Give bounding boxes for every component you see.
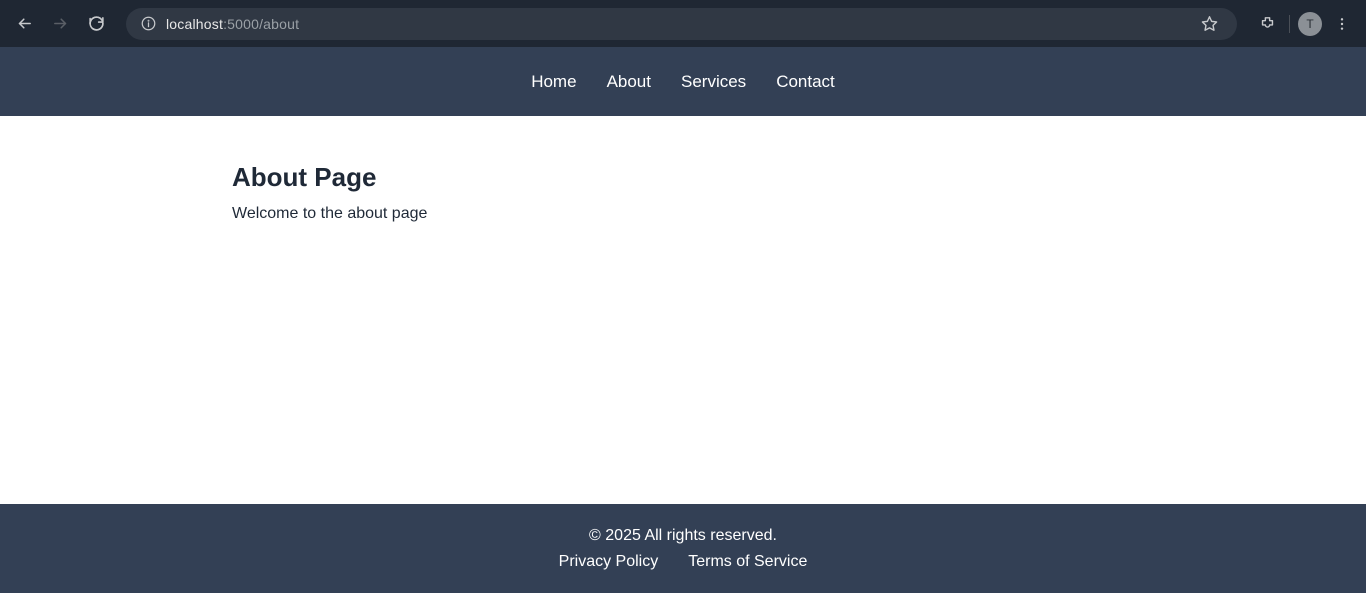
nav-link-about[interactable]: About — [607, 72, 651, 92]
star-icon — [1201, 15, 1218, 32]
footer-links: Privacy Policy Terms of Service — [559, 553, 808, 571]
vertical-divider — [1289, 15, 1290, 33]
url-text: localhost:5000/about — [166, 16, 299, 32]
site-info-icon[interactable] — [140, 16, 156, 32]
back-button[interactable] — [10, 10, 38, 38]
main-content: About Page Welcome to the about page — [0, 116, 1366, 504]
extensions-button[interactable] — [1253, 10, 1281, 38]
arrow-right-icon — [52, 15, 69, 32]
profile-initial: T — [1306, 17, 1313, 31]
chrome-actions: T — [1253, 10, 1356, 38]
address-bar[interactable]: localhost:5000/about — [126, 8, 1237, 40]
footer-link-terms[interactable]: Terms of Service — [688, 553, 807, 571]
forward-button[interactable] — [46, 10, 74, 38]
nav-link-services[interactable]: Services — [681, 72, 746, 92]
bookmark-button[interactable] — [1195, 10, 1223, 38]
footer-copyright: © 2025 All rights reserved. — [589, 527, 777, 545]
arrow-left-icon — [16, 15, 33, 32]
footer-link-privacy[interactable]: Privacy Policy — [559, 553, 659, 571]
profile-avatar[interactable]: T — [1298, 12, 1322, 36]
page-title: About Page — [232, 162, 1134, 193]
page-body: Welcome to the about page — [232, 205, 1134, 223]
site-nav: Home About Services Contact — [531, 72, 835, 92]
url-path: :5000/about — [223, 16, 299, 32]
page-viewport: Home About Services Contact About Page W… — [0, 47, 1366, 593]
extensions-icon — [1259, 15, 1276, 32]
url-host: localhost — [166, 16, 223, 32]
reload-icon — [88, 15, 105, 32]
kebab-icon — [1334, 16, 1350, 32]
nav-link-home[interactable]: Home — [531, 72, 576, 92]
site-header: Home About Services Contact — [0, 47, 1366, 116]
browser-chrome: localhost:5000/about T — [0, 0, 1366, 47]
reload-button[interactable] — [82, 10, 110, 38]
nav-link-contact[interactable]: Contact — [776, 72, 835, 92]
site-footer: © 2025 All rights reserved. Privacy Poli… — [0, 504, 1366, 593]
browser-menu-button[interactable] — [1328, 10, 1356, 38]
